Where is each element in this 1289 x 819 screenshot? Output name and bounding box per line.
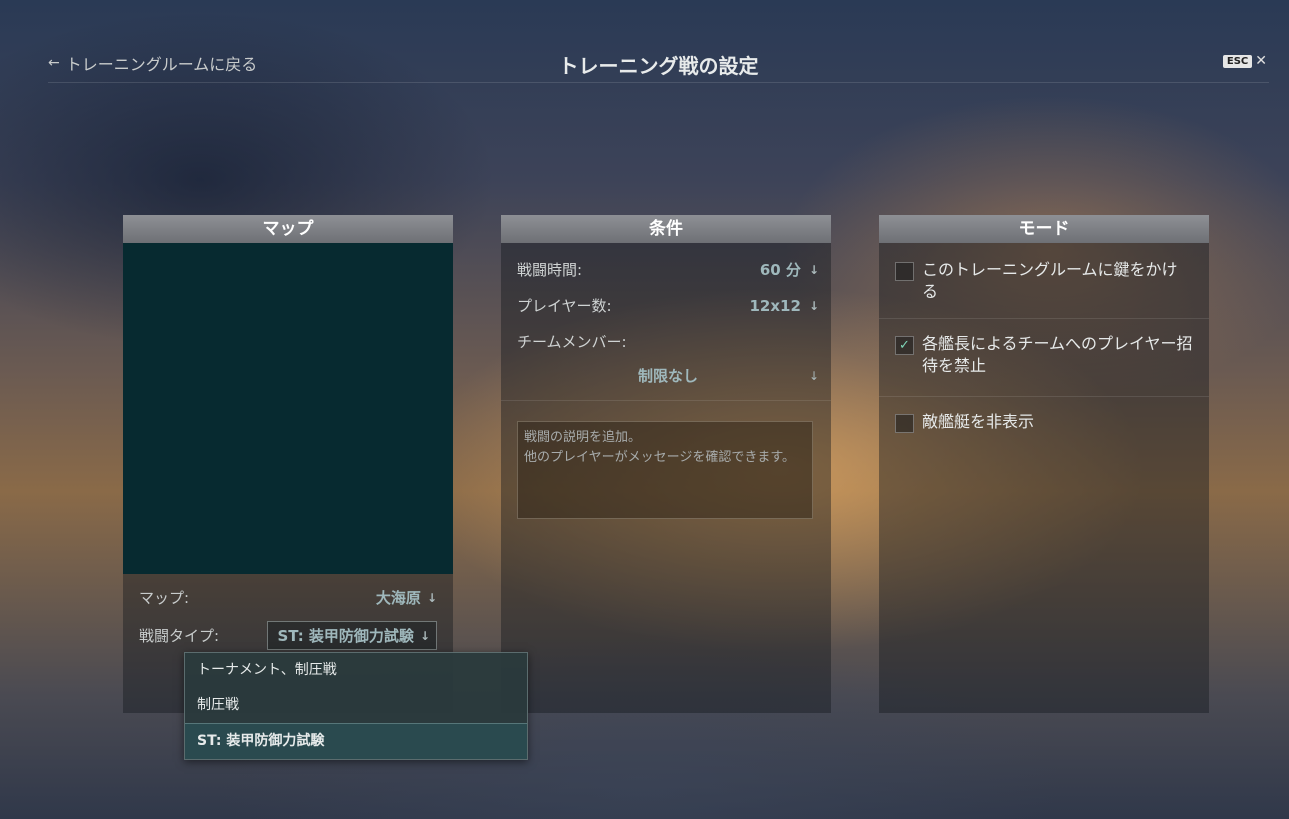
- players-label: プレイヤー数:: [517, 297, 612, 315]
- map-row: マップ: 大海原 ↓: [139, 587, 437, 608]
- close-icon: ✕: [1255, 53, 1267, 69]
- top-bar: ← トレーニングルームに戻る トレーニング戦の設定 ESC ✕: [48, 46, 1269, 83]
- hide-enemy-label: 敵艦艇を非表示: [922, 412, 1035, 431]
- battle-time-select[interactable]: 60 分 ↓: [760, 259, 819, 280]
- hide-enemy-option[interactable]: 敵艦艇を非表示: [895, 411, 1193, 433]
- down-arrow-icon: ↓: [426, 590, 437, 605]
- battle-time-value: 60 分: [759, 261, 801, 279]
- players-value: 12x12: [749, 296, 801, 315]
- lock-room-label: このトレーニングルームに鍵をかける: [922, 260, 1178, 301]
- page-title: トレーニング戦の設定: [558, 54, 759, 78]
- battle-type-label: 戦闘タイプ:: [139, 627, 220, 645]
- forbid-invite-option[interactable]: ✓ 各艦長によるチームへのプレイヤー招待を禁止: [895, 333, 1193, 377]
- team-members-label: チームメンバー:: [517, 333, 627, 351]
- team-members-value: 制限なし: [637, 367, 698, 385]
- map-select[interactable]: 大海原 ↓: [376, 587, 437, 608]
- esc-close-button[interactable]: ESC ✕: [1222, 53, 1267, 69]
- players-select[interactable]: 12x12 ↓: [750, 297, 820, 315]
- divider: [501, 400, 831, 401]
- map-panel: マップ マップ: 大海原 ↓ 戦闘タイプ: ST: 装甲防御力試験 ↓: [123, 215, 453, 713]
- battle-time-label: 戦闘時間:: [517, 261, 583, 279]
- battle-type-dropdown: トーナメント、制圧戦 制圧戦 ST: 装甲防御力試験: [184, 652, 528, 760]
- battle-type-row: 戦闘タイプ: ST: 装甲防御力試験 ↓: [139, 621, 437, 650]
- description-placeholder: 戦闘の説明を追加。 他のプレイヤーがメッセージを確認できます。: [524, 430, 796, 465]
- map-preview: [123, 243, 453, 574]
- team-members-select[interactable]: 制限なし ↓: [517, 365, 819, 386]
- lock-room-checkbox[interactable]: [895, 262, 914, 281]
- dropdown-option[interactable]: トーナメント、制圧戦: [185, 653, 527, 688]
- map-label: マップ:: [139, 589, 190, 607]
- battle-description-textarea[interactable]: 戦闘の説明を追加。 他のプレイヤーがメッセージを確認できます。: [517, 421, 813, 519]
- dropdown-option-selected[interactable]: ST: 装甲防御力試験: [185, 723, 527, 759]
- hide-enemy-checkbox[interactable]: [895, 414, 914, 433]
- mode-panel-header: モード: [879, 215, 1209, 243]
- dropdown-option[interactable]: 制圧戦: [185, 688, 527, 723]
- divider: [879, 318, 1209, 319]
- esc-key-badge: ESC: [1222, 54, 1253, 68]
- lock-room-option[interactable]: このトレーニングルームに鍵をかける: [895, 259, 1193, 303]
- map-select-value: 大海原: [375, 589, 421, 607]
- map-panel-header: マップ: [123, 215, 453, 243]
- down-arrow-icon: ↓: [808, 298, 819, 313]
- battle-type-select-value: ST: 装甲防御力試験: [277, 627, 414, 645]
- battle-type-select[interactable]: ST: 装甲防御力試験 ↓: [266, 621, 437, 650]
- team-members-row: チームメンバー:: [517, 331, 819, 352]
- conditions-panel-header: 条件: [501, 215, 831, 243]
- divider: [879, 396, 1209, 397]
- checkmark-icon: ✓: [899, 337, 910, 353]
- battle-time-row: 戦闘時間: 60 分 ↓: [517, 259, 819, 280]
- mode-panel: モード このトレーニングルームに鍵をかける ✓ 各艦長によるチームへのプレイヤー…: [879, 215, 1209, 713]
- down-arrow-icon: ↓: [808, 368, 819, 383]
- players-row: プレイヤー数: 12x12 ↓: [517, 295, 819, 316]
- down-arrow-icon: ↓: [808, 262, 819, 277]
- conditions-panel: 条件 戦闘時間: 60 分 ↓ プレイヤー数: 12x12 ↓ チームメンバー:…: [501, 215, 831, 713]
- down-arrow-icon: ↓: [419, 628, 430, 643]
- forbid-invite-checkbox[interactable]: ✓: [895, 336, 914, 355]
- forbid-invite-label: 各艦長によるチームへのプレイヤー招待を禁止: [922, 334, 1193, 375]
